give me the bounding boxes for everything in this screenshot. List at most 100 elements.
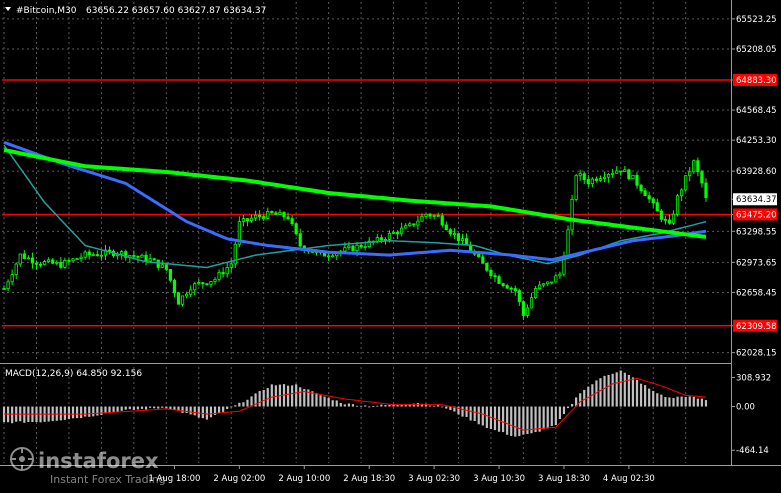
candle-body <box>574 175 578 200</box>
candle-body <box>225 267 229 275</box>
candle-body <box>692 160 696 173</box>
macd-bar <box>704 400 708 407</box>
watermark-tagline: Instant Forex Trading <box>50 473 166 486</box>
symbol-label: #Bitcoin,M30 <box>16 6 77 16</box>
macd-bar <box>380 404 383 407</box>
macd-bar <box>579 393 582 407</box>
macd-bar <box>23 406 26 423</box>
candle-body <box>497 276 501 284</box>
candle-body <box>400 227 404 235</box>
macd-bar <box>542 406 545 430</box>
candle-body <box>160 264 164 268</box>
macd-axis-label: 0.00 <box>736 403 755 413</box>
macd-bar <box>554 406 557 426</box>
candle-body <box>213 278 217 282</box>
candle-body <box>363 246 367 248</box>
candle-body <box>533 288 538 299</box>
macd-bar <box>238 402 241 407</box>
candle-body <box>602 176 607 179</box>
candle-body <box>505 285 509 289</box>
candle-body <box>343 247 347 252</box>
macd-bar <box>497 406 501 432</box>
candle-body <box>546 281 550 285</box>
macd-bar <box>510 406 513 436</box>
macd-bar <box>445 406 448 409</box>
time-axis-label: 2 Aug 10:00 <box>278 474 330 484</box>
candle-body <box>623 169 627 172</box>
macd-bar <box>676 396 679 407</box>
price-axis-label: 63634.37 <box>736 195 777 205</box>
macd-bar <box>161 406 164 408</box>
candle-body <box>355 244 359 252</box>
macd-bar <box>599 378 602 407</box>
macd-bar <box>477 406 480 425</box>
candle-body <box>420 215 424 222</box>
macd-bar <box>71 406 75 419</box>
macd-bar <box>242 402 245 407</box>
candle-body <box>38 263 43 266</box>
candle-body <box>176 292 181 305</box>
macd-bar <box>506 406 509 435</box>
macd-bar <box>372 406 375 407</box>
candle-body <box>209 281 213 285</box>
ohlc-label: 63656.22 63657.60 63627.87 63634.37 <box>86 6 266 16</box>
macd-bar <box>644 385 647 407</box>
candle-body <box>83 251 87 258</box>
candle-body <box>570 199 574 231</box>
candle-body <box>529 297 534 309</box>
macd-bar <box>388 404 391 407</box>
candle-body <box>456 233 461 241</box>
trading-chart[interactable]: 65523.25 65208.05 64883.30 64568.45 64253.30… <box>0 0 781 489</box>
candle-body <box>452 233 457 236</box>
candle-body <box>144 254 148 262</box>
macd-bar <box>664 397 667 407</box>
candle-body <box>639 184 643 192</box>
time-axis-label: 3 Aug 18:30 <box>538 474 590 484</box>
candle-body <box>201 282 205 285</box>
macd-bar <box>124 406 127 410</box>
candle-body <box>91 254 95 257</box>
candle-body <box>217 271 221 280</box>
macd-bar <box>347 403 351 407</box>
candle-body <box>205 283 209 286</box>
macd-bar <box>136 406 140 410</box>
candle-body <box>99 254 104 257</box>
macd-bar <box>75 406 79 419</box>
candle-body <box>286 216 290 220</box>
candle-body <box>18 253 22 265</box>
candle-body <box>509 287 513 290</box>
candle-body <box>359 244 363 248</box>
macd-bar <box>514 406 517 437</box>
candle-body <box>696 160 700 172</box>
candle-body <box>521 301 525 316</box>
macd-bar <box>323 396 326 407</box>
macd-bar <box>144 406 148 410</box>
macd-bar <box>534 406 537 433</box>
candle-body <box>615 170 619 174</box>
candle-body <box>266 211 270 219</box>
macd-axis-label: -464.14 <box>736 446 769 456</box>
candle-body <box>30 257 35 264</box>
macd-label: MACD(12,26,9) 64.850 92.156 <box>5 369 142 379</box>
candle-body <box>180 295 185 305</box>
candle-body <box>542 283 546 286</box>
macd-bar <box>648 388 651 407</box>
candle-body <box>412 223 416 226</box>
candle-body <box>481 256 485 264</box>
macd-bar <box>688 396 691 407</box>
candle-body <box>594 178 599 181</box>
candle-body <box>87 251 91 256</box>
candle-body <box>627 169 631 180</box>
candle-body <box>274 212 278 215</box>
macd-bar <box>550 406 553 426</box>
macd-bar <box>327 397 330 407</box>
macd-bar <box>441 406 444 408</box>
candle-body <box>298 233 302 247</box>
candle-body <box>258 214 262 217</box>
candle-body <box>282 211 286 218</box>
candle-body <box>631 174 635 180</box>
macd-bar <box>668 397 671 407</box>
macd-bar <box>291 385 294 407</box>
candle-body <box>148 258 152 262</box>
chart-background <box>0 0 781 489</box>
